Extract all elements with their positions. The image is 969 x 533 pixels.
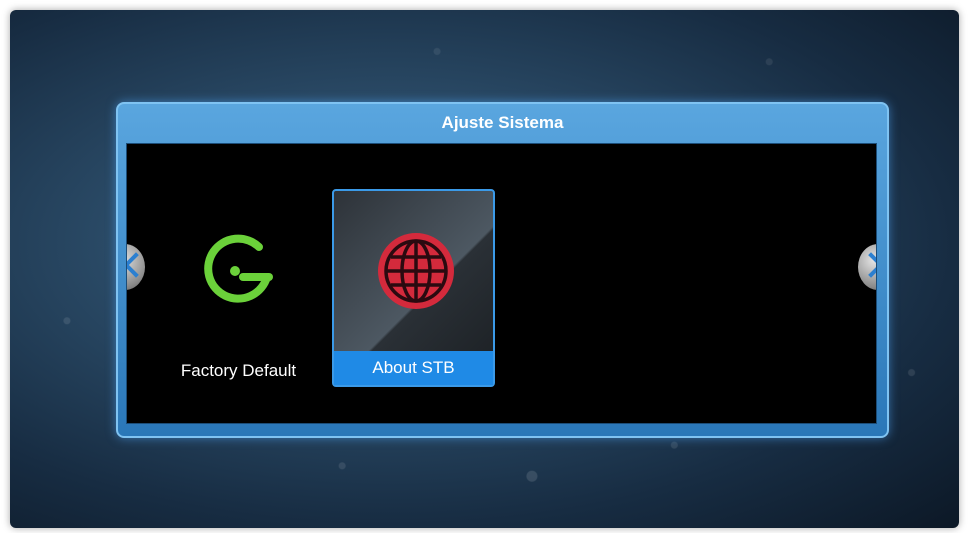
tv-screen: Ajuste Sistema Factory Default About STB — [10, 10, 959, 528]
system-settings-dialog: Ajuste Sistema Factory Default About STB — [116, 102, 889, 438]
menu-item-label: Factory Default — [180, 361, 297, 380]
chevron-left-icon — [127, 252, 149, 278]
dialog-title: Ajuste Sistema — [441, 113, 564, 132]
menu-item-factory-default[interactable]: Factory Default — [157, 189, 320, 387]
chevron-right-icon — [858, 252, 876, 278]
scroll-left-button[interactable] — [127, 244, 149, 290]
menu-item-label: About STB — [334, 351, 493, 385]
menu-item-about-stb[interactable]: About STB — [332, 189, 495, 387]
scroll-right-button[interactable] — [858, 244, 876, 290]
globe-icon — [378, 233, 454, 309]
menu-area: Factory Default About STB — [126, 143, 877, 424]
factory-reset-icon — [204, 234, 273, 303]
